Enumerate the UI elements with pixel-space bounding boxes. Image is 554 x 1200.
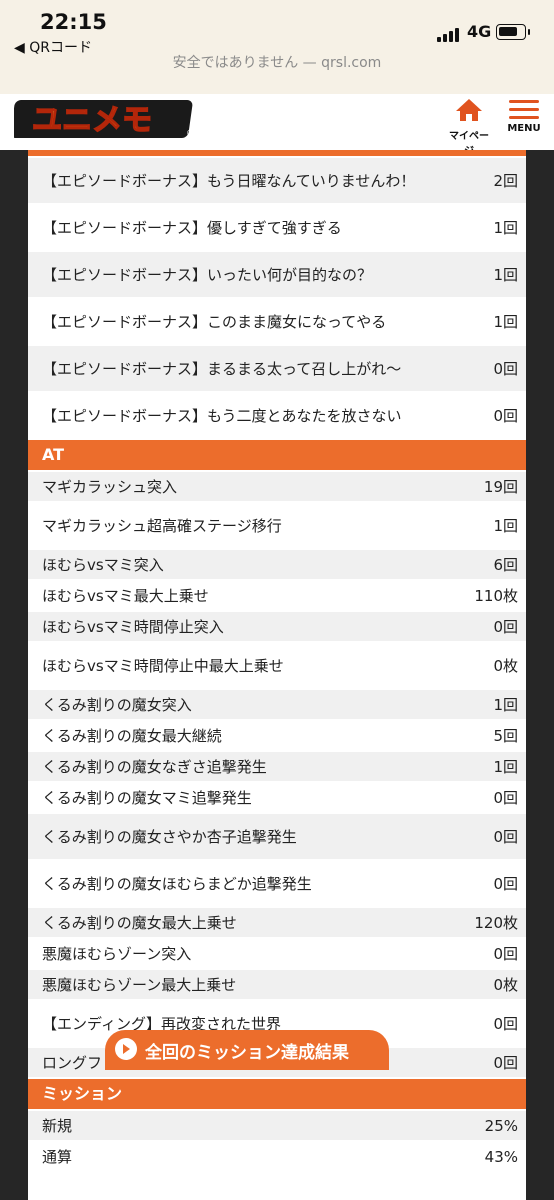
row-value: 1回 — [493, 696, 518, 714]
row-value: 1回 — [493, 219, 518, 237]
row-value: 0枚 — [493, 657, 518, 675]
row-value: 25% — [484, 1116, 518, 1135]
menu-button[interactable]: MENU — [502, 98, 546, 144]
table-row: ほむらvsマミ時間停止突入 0回 — [28, 612, 526, 641]
clock: 22:15 — [40, 10, 107, 34]
section-header-edge — [28, 150, 526, 156]
row-value: 2回 — [493, 172, 518, 190]
table-row: 【エピソードボーナス】もう日曜なんていりませんわ！ 2回 — [28, 158, 526, 203]
row-value: 0回 — [493, 945, 518, 963]
row-value: 0枚 — [493, 976, 518, 994]
table-row: 【エピソードボーナス】まるまる太って召し上がれ〜 0回 — [28, 346, 526, 391]
row-label: 【エピソードボーナス】まるまる太って召し上がれ〜 — [42, 359, 402, 378]
hamburger-icon — [509, 98, 539, 122]
table-row: 悪魔ほむらゾーン最大上乗せ 0枚 — [28, 970, 526, 999]
row-value: 0回 — [493, 618, 518, 636]
row-label: 【エピソードボーナス】もう日曜なんていりませんわ！ — [42, 171, 416, 190]
row-label: 【エピソードボーナス】いったい何が目的なの？ — [42, 265, 373, 284]
row-value: 110枚 — [474, 587, 518, 605]
menu-label: MENU — [507, 123, 541, 134]
section-header-mission: ミッション — [28, 1079, 526, 1109]
network-type: 4G — [467, 22, 492, 41]
table-row: マギカラッシュ超高確ステージ移行 1回 — [28, 503, 526, 548]
row-value: 0回 — [493, 1054, 518, 1072]
mission-results-button[interactable]: 全回のミッション達成結果 — [105, 1030, 389, 1070]
row-value: 1回 — [493, 266, 518, 284]
row-label: 通算 — [42, 1147, 73, 1166]
row-value: 43% — [484, 1147, 518, 1166]
row-value: 1回 — [493, 517, 518, 535]
table-row: ほむらvsマミ最大上乗せ 110枚 — [28, 581, 526, 610]
row-label: くるみ割りの魔女最大上乗せ — [42, 913, 237, 932]
svg-text:®: ® — [186, 129, 195, 139]
row-value: 5回 — [493, 727, 518, 745]
right-border — [526, 150, 554, 1200]
row-value: 19回 — [483, 478, 518, 496]
table-row: 【エピソードボーナス】もう二度とあなたを放さない 0回 — [28, 393, 526, 438]
table-row: ほむらvsマミ時間停止中最大上乗せ 0枚 — [28, 643, 526, 688]
row-label: ほむらvsマミ時間停止中最大上乗せ — [42, 656, 284, 675]
signal-icon — [437, 26, 463, 42]
left-border — [0, 150, 28, 1200]
row-label: マギカラッシュ突入 — [42, 477, 178, 496]
row-value: 6回 — [493, 556, 518, 574]
table-row: 【エピソードボーナス】いったい何が目的なの？ 1回 — [28, 252, 526, 297]
section-header-at: AT — [28, 440, 526, 470]
table-row: くるみ割りの魔女ほむらまどか追撃発生 0回 — [28, 861, 526, 906]
table-row: 【エピソードボーナス】このまま魔女になってやる 1回 — [28, 299, 526, 344]
table-row: マギカラッシュ突入 19回 — [28, 472, 526, 501]
table-row: くるみ割りの魔女なぎさ追撃発生 1回 — [28, 752, 526, 781]
mypage-button[interactable]: マイページ — [446, 98, 492, 157]
table-row: ほむらvsマミ突入 6回 — [28, 550, 526, 579]
row-label: 悪魔ほむらゾーン最大上乗せ — [42, 975, 237, 994]
row-label: ほむらvsマミ最大上乗せ — [42, 586, 209, 605]
table-row: くるみ割りの魔女さやか杏子追撃発生 0回 — [28, 814, 526, 859]
row-value: 0回 — [493, 360, 518, 378]
battery-icon — [496, 24, 530, 40]
site-header: ユニメモ ® マイページ MENU — [0, 94, 554, 157]
row-label: 【エピソードボーナス】このまま魔女になってやる — [42, 312, 387, 331]
row-label: くるみ割りの魔女最大継続 — [42, 726, 222, 745]
table-row: 新規 25% — [28, 1111, 526, 1140]
row-label: 【エピソードボーナス】優しすぎて強すぎる — [42, 218, 342, 237]
row-label: くるみ割りの魔女ほむらまどか追撃発生 — [42, 874, 312, 893]
table-row: 悪魔ほむらゾーン突入 0回 — [28, 939, 526, 968]
table-row: くるみ割りの魔女最大継続 5回 — [28, 721, 526, 750]
row-label: くるみ割りの魔女マミ追撃発生 — [42, 788, 252, 807]
row-label: くるみ割りの魔女なぎさ追撃発生 — [42, 757, 267, 776]
row-label: ほむらvsマミ突入 — [42, 555, 164, 574]
row-label: ほむらvsマミ時間停止突入 — [42, 617, 224, 636]
row-label: くるみ割りの魔女さやか杏子追撃発生 — [42, 827, 297, 846]
table-row: くるみ割りの魔女最大上乗せ 120枚 — [28, 908, 526, 937]
table-row: 【エピソードボーナス】優しすぎて強すぎる 1回 — [28, 205, 526, 250]
arrow-right-icon — [115, 1038, 137, 1060]
row-label: くるみ割りの魔女突入 — [42, 695, 192, 714]
table-row: くるみ割りの魔女マミ追撃発生 0回 — [28, 783, 526, 812]
row-value: 1回 — [493, 313, 518, 331]
row-value: 0回 — [493, 875, 518, 893]
row-value: 0回 — [493, 1015, 518, 1033]
url-bar[interactable]: 安全ではありません — qrsl.com — [0, 52, 554, 72]
row-value: 1回 — [493, 758, 518, 776]
row-label: 悪魔ほむらゾーン突入 — [42, 944, 192, 963]
table-row: くるみ割りの魔女突入 1回 — [28, 690, 526, 719]
row-value: 120枚 — [474, 914, 518, 932]
site-logo[interactable]: ユニメモ ® — [10, 94, 198, 140]
svg-text:ユニメモ: ユニメモ — [32, 103, 152, 138]
mission-results-label: 全回のミッション達成結果 — [145, 1042, 349, 1063]
row-label: マギカラッシュ超高確ステージ移行 — [42, 516, 282, 535]
row-label: 新規 — [42, 1116, 73, 1135]
row-value: 0回 — [493, 828, 518, 846]
table-row: 通算 43% — [28, 1142, 526, 1171]
home-icon — [456, 99, 482, 121]
row-value: 0回 — [493, 407, 518, 425]
status-bar: 22:15 ◀ QRコード 4G 安全ではありません — qrsl.com — [0, 0, 554, 94]
row-label: 【エピソードボーナス】もう二度とあなたを放さない — [42, 406, 402, 425]
row-value: 0回 — [493, 789, 518, 807]
